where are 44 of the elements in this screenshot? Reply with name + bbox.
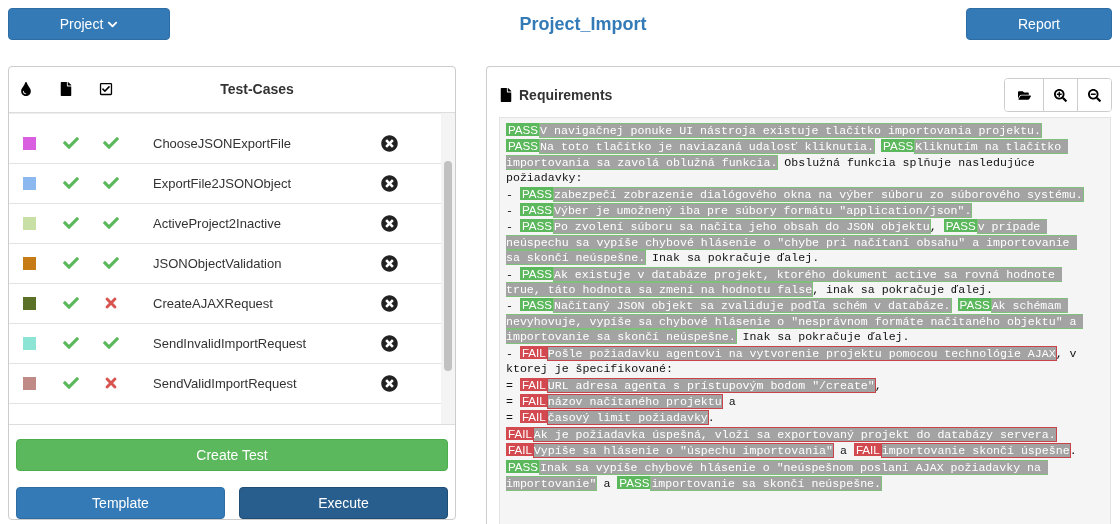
file-icon: [499, 88, 513, 102]
zoom-out-button[interactable]: [1077, 79, 1111, 111]
scrollbar[interactable]: [441, 113, 455, 424]
project-menu-button[interactable]: Project: [8, 8, 170, 40]
page-title: Project_Import: [519, 13, 647, 35]
remove-icon[interactable]: [381, 215, 398, 232]
requirement-paragraph: - FAIL Pošle požiadavku agentovi na vytvorenie projektu pomocou technológie AJAX, v ktorej je špecifikované:: [506, 344, 1078, 377]
panel-title: Requirements: [519, 87, 613, 103]
test-case-row[interactable]: SendValidImportRequest: [9, 364, 441, 404]
column-heading: Test-Cases: [219, 81, 295, 98]
remove-icon[interactable]: [381, 335, 398, 352]
requirement-paragraph: - PASS Výber je umožnený iba pre súbory formátu "application/json".: [506, 202, 973, 219]
report-button[interactable]: Report: [966, 8, 1112, 40]
folder-icon: [1017, 88, 1031, 102]
test-case-row[interactable]: SendInvalidImportRequest: [9, 324, 441, 364]
remove-icon[interactable]: [381, 255, 398, 272]
test-case-row[interactable]: CreateAJAXRequest: [9, 284, 441, 324]
requirement-paragraph: FAIL Ak je požiadavka úspešná, vloží sa exportovaný projekt do databázy servera.: [506, 425, 1057, 443]
remove-icon[interactable]: [381, 295, 398, 312]
test-case-name: SendInvalidImportRequest: [153, 336, 307, 351]
execute-button[interactable]: Execute: [239, 487, 448, 519]
checkbox-icon: [99, 82, 113, 97]
remove-icon[interactable]: [381, 375, 398, 392]
test-case-name: ActiveProject2Inactive: [153, 216, 281, 231]
test-case-name: ChooseJSONExportFile: [153, 136, 291, 151]
test-case-row[interactable]: ChooseJSONExportFile: [9, 124, 441, 164]
droplet-icon: [19, 82, 33, 97]
requirement-paragraph: FAIL Vypíše sa hlásenie o "úspechu importovania" a FAIL importovanie skončí úspešne.: [506, 442, 1078, 459]
remove-icon[interactable]: [381, 175, 398, 192]
zoom-out-icon: [1088, 88, 1101, 102]
requirement-paragraph: PASS V navigačnej ponuke UI nástroja existuje tlačítko importovania projektu.: [506, 122, 1043, 139]
test-case-row[interactable]: ActiveProject2Inactive: [9, 204, 441, 244]
test-case-name: SendValidImportRequest: [153, 376, 297, 391]
test-case-row[interactable]: ExportFile2JSONObject: [9, 164, 441, 204]
test-case-name: CreateAJAXRequest: [153, 296, 273, 311]
test-case-name: JSONObjectValidation: [153, 256, 282, 271]
remove-icon[interactable]: [381, 135, 398, 152]
requirement-paragraph: - PASS zabezpečí zobrazenie dialógového okna na výber súboru zo súborového systému.: [506, 185, 1084, 203]
template-button[interactable]: Template: [16, 487, 225, 519]
zoom-in-icon: [1054, 88, 1067, 102]
requirement-paragraph: = FAIL názov načítaného projektu a: [506, 392, 737, 410]
test-case-name: ExportFile2JSONObject: [153, 176, 291, 191]
test-case-row[interactable]: JSONObjectValidation: [9, 244, 441, 284]
file-icon: [59, 82, 73, 97]
